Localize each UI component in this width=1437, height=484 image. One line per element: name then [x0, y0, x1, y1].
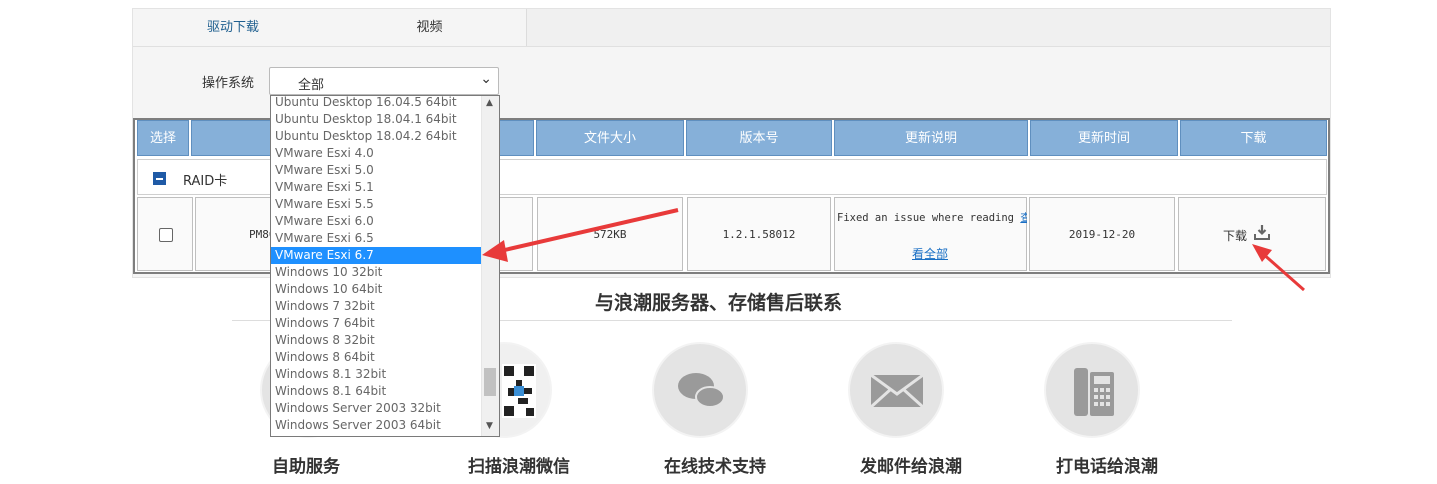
annotation-arrow-option: [482, 208, 679, 262]
annotation-arrows: [482, 208, 1305, 292]
annotation-arrow-download: [1252, 244, 1305, 292]
